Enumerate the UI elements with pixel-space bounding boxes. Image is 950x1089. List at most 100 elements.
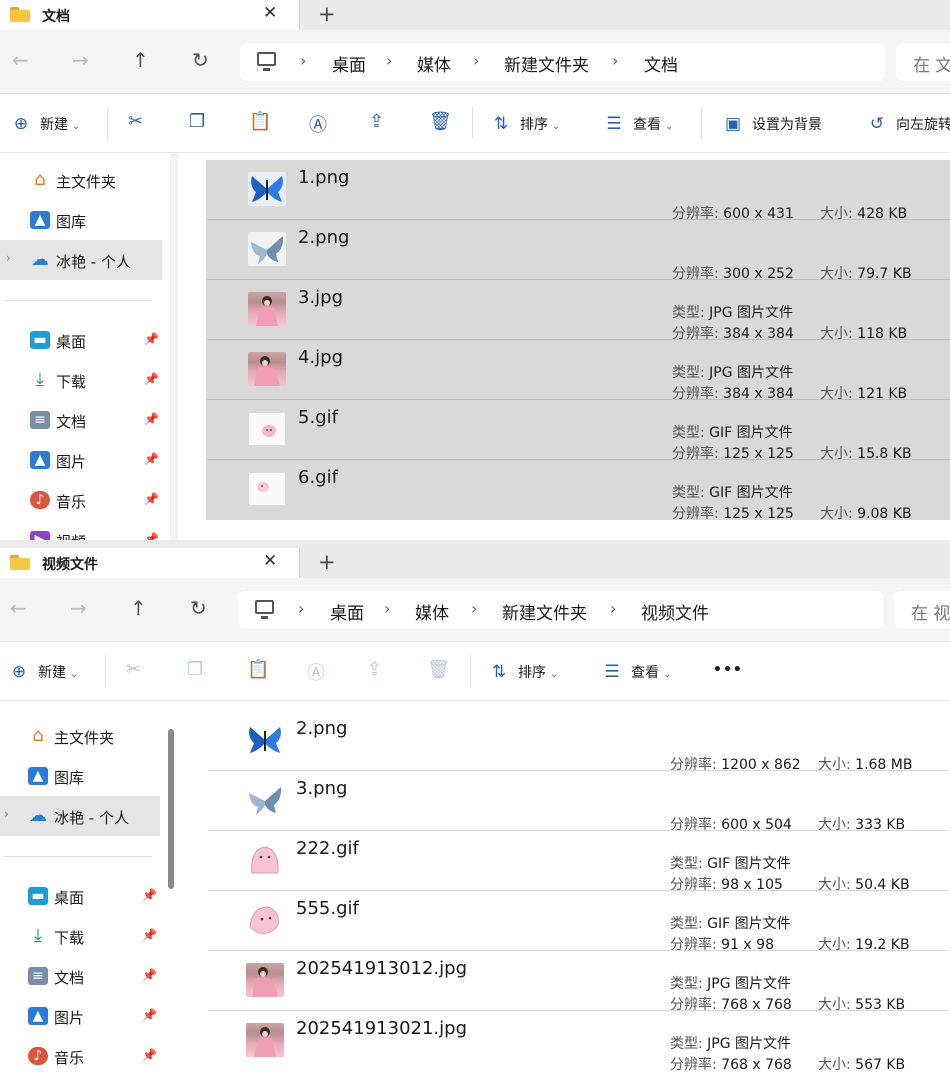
up-arrow-icon[interactable]: ↑ bbox=[130, 596, 147, 620]
breadcrumb-new-folder[interactable]: 新建文件夹 bbox=[502, 599, 587, 624]
forward-arrow-icon[interactable]: → bbox=[70, 596, 87, 620]
sidebar-item-videos[interactable]: ▶ 视频 📌 bbox=[0, 520, 162, 540]
file-row[interactable]: 555.gif 类型: GIF 图片文件 分辨率: 91 x 98 大小: 19… bbox=[208, 891, 948, 953]
sidebar-item-downloads[interactable]: ⤓ 下载 📌 bbox=[0, 360, 162, 400]
file-row[interactable]: 5.gif 类型: GIF 图片文件 分辨率: 125 x 125 大小: 15… bbox=[206, 400, 950, 462]
divider bbox=[107, 107, 108, 139]
sidebar-item-onedrive[interactable]: › ☁ 冰艳 - 个人 bbox=[0, 240, 162, 280]
file-row[interactable]: 6.gif 类型: GIF 图片文件 分辨率: 125 x 125 大小: 9.… bbox=[206, 460, 950, 522]
file-row[interactable]: 1.png 分辨率: 600 x 431 大小: 428 KB bbox=[206, 160, 950, 222]
close-tab-icon[interactable]: ✕ bbox=[263, 551, 277, 571]
rename-icon[interactable]: Ⓐ bbox=[309, 111, 327, 137]
file-row[interactable]: 3.jpg 类型: JPG 图片文件 分辨率: 384 x 384 大小: 11… bbox=[206, 280, 950, 342]
delete-icon[interactable]: 🗑 bbox=[429, 111, 452, 132]
search-input[interactable]: 在 视频文件 中搜索 bbox=[894, 591, 950, 629]
forward-arrow-icon[interactable]: → bbox=[72, 48, 89, 72]
type-text: 类型: GIF 图片文件 bbox=[672, 425, 793, 441]
more-options-button[interactable]: ••• bbox=[713, 662, 743, 678]
sidebar-item-documents[interactable]: ≡ 文档 📌 bbox=[0, 956, 160, 996]
set-background-button[interactable]: ▣ 设置为背景 bbox=[722, 114, 822, 134]
file-row[interactable]: 202541913012.jpg 类型: JPG 图片文件 分辨率: 768 x… bbox=[208, 951, 948, 1013]
sidebar-item-onedrive[interactable]: › ☁ 冰艳 - 个人 bbox=[0, 796, 160, 836]
address-bar[interactable]: › 桌面 › 媒体 › 新建文件夹 › 视频文件 bbox=[238, 591, 883, 629]
content-scrollbar-track[interactable] bbox=[170, 153, 178, 540]
refresh-icon[interactable]: ↻ bbox=[190, 596, 207, 620]
file-row[interactable]: 2.png 分辨率: 1200 x 862 大小: 1.68 MB bbox=[208, 711, 948, 773]
new-tab-button[interactable]: + bbox=[318, 2, 336, 26]
file-name: 2.png bbox=[296, 718, 348, 739]
file-row[interactable]: 222.gif 类型: GIF 图片文件 分辨率: 98 x 105 大小: 5… bbox=[208, 831, 948, 893]
view-button[interactable]: ☰ 查看 ⌄ bbox=[603, 114, 673, 134]
pin-icon[interactable]: 📌 bbox=[142, 1048, 157, 1062]
sort-button[interactable]: ⇅ 排序 ⌄ bbox=[490, 114, 561, 134]
chevron-right-icon: › bbox=[384, 599, 391, 618]
sidebar-item-label: 冰艳 - 个人 bbox=[54, 809, 129, 827]
cut-icon[interactable]: ✂ bbox=[128, 111, 143, 132]
breadcrumb-videos[interactable]: 视频文件 bbox=[641, 599, 709, 624]
sidebar-item-desktop[interactable]: ▬ 桌面 📌 bbox=[0, 876, 160, 916]
sidebar-item-documents[interactable]: ≡ 文档 📌 bbox=[0, 400, 162, 440]
new-button[interactable]: ⊕ 新建 ⌄ bbox=[8, 662, 79, 682]
breadcrumb-media[interactable]: 媒体 bbox=[415, 599, 449, 624]
sidebar-item-gallery[interactable]: ▲ 图库 bbox=[0, 200, 162, 240]
close-tab-icon[interactable]: ✕ bbox=[263, 3, 277, 23]
view-button[interactable]: ☰ 查看 ⌄ bbox=[601, 662, 671, 682]
sidebar-item-pictures[interactable]: ▲ 图片 📌 bbox=[0, 440, 162, 480]
pin-icon[interactable]: 📌 bbox=[142, 928, 157, 942]
breadcrumb-media[interactable]: 媒体 bbox=[417, 51, 451, 76]
sidebar-item-desktop[interactable]: ▬ 桌面 📌 bbox=[0, 320, 162, 360]
tab-videos[interactable]: 视频文件 ✕ bbox=[0, 548, 300, 578]
up-arrow-icon[interactable]: ↑ bbox=[132, 48, 149, 72]
cut-icon[interactable]: ✂ bbox=[126, 659, 141, 680]
sidebar-scrollbar[interactable] bbox=[168, 729, 174, 889]
back-arrow-icon[interactable]: ← bbox=[12, 48, 29, 72]
gallery-icon: ▲ bbox=[30, 211, 50, 229]
sidebar-item-music[interactable]: ♪ 音乐 📌 bbox=[0, 480, 162, 520]
paste-icon[interactable]: 📋 bbox=[247, 659, 269, 680]
pin-icon[interactable]: 📌 bbox=[144, 412, 159, 426]
pin-icon[interactable]: 📌 bbox=[142, 968, 157, 982]
sidebar-item-home[interactable]: ⌂ 主文件夹 bbox=[0, 716, 160, 756]
breadcrumb-documents[interactable]: 文档 bbox=[644, 51, 678, 76]
paste-icon[interactable]: 📋 bbox=[249, 111, 271, 132]
file-row[interactable]: 202541913021.jpg 类型: JPG 图片文件 分辨率: 768 x… bbox=[208, 1011, 948, 1073]
tab-documents[interactable]: 文档 ✕ bbox=[0, 0, 300, 30]
search-input[interactable]: 在 文档 中搜索 bbox=[896, 43, 950, 81]
pin-icon[interactable]: 📌 bbox=[144, 452, 159, 466]
file-row[interactable]: 4.jpg 类型: JPG 图片文件 分辨率: 384 x 384 大小: 12… bbox=[206, 340, 950, 402]
sidebar-item-label: 下载 bbox=[56, 373, 87, 391]
new-button[interactable]: ⊕ 新建 ⌄ bbox=[10, 114, 81, 134]
refresh-icon[interactable]: ↻ bbox=[192, 48, 209, 72]
chevron-right-icon: › bbox=[471, 599, 478, 618]
sidebar-item-label: 图库 bbox=[56, 213, 87, 231]
breadcrumb-new-folder[interactable]: 新建文件夹 bbox=[504, 51, 589, 76]
pin-icon[interactable]: 📌 bbox=[142, 888, 157, 902]
share-icon[interactable]: ⇪ bbox=[369, 111, 384, 132]
sidebar-item-music[interactable]: ♪ 音乐 📌 bbox=[0, 1036, 160, 1076]
cloud-icon: ☁ bbox=[31, 249, 49, 270]
pin-icon[interactable]: 📌 bbox=[144, 492, 159, 506]
breadcrumb-desktop[interactable]: 桌面 bbox=[332, 51, 366, 76]
address-bar[interactable]: › 桌面 › 媒体 › 新建文件夹 › 文档 bbox=[240, 43, 885, 81]
share-icon[interactable]: ⇪ bbox=[367, 659, 382, 680]
sidebar-item-pictures[interactable]: ▲ 图片 📌 bbox=[0, 996, 160, 1036]
rename-icon[interactable]: Ⓐ bbox=[307, 659, 325, 685]
sidebar-item-home[interactable]: ⌂ 主文件夹 bbox=[0, 160, 162, 200]
sort-button[interactable]: ⇅ 排序 ⌄ bbox=[488, 662, 559, 682]
copy-icon[interactable]: ❐ bbox=[187, 659, 203, 680]
back-arrow-icon[interactable]: ← bbox=[10, 596, 27, 620]
pin-icon[interactable]: 📌 bbox=[144, 332, 159, 346]
breadcrumb-desktop[interactable]: 桌面 bbox=[330, 599, 364, 624]
sidebar-item-downloads[interactable]: ⤓ 下载 📌 bbox=[0, 916, 160, 956]
pin-icon[interactable]: 📌 bbox=[144, 532, 159, 540]
pin-icon[interactable]: 📌 bbox=[144, 372, 159, 386]
new-tab-button[interactable]: + bbox=[318, 550, 336, 574]
sidebar-item-gallery[interactable]: ▲ 图库 bbox=[0, 756, 160, 796]
file-row[interactable]: 3.png 分辨率: 600 x 504 大小: 333 KB bbox=[208, 771, 948, 833]
pin-icon[interactable]: 📌 bbox=[142, 1008, 157, 1022]
copy-icon[interactable]: ❐ bbox=[189, 111, 205, 132]
delete-icon[interactable]: 🗑 bbox=[427, 659, 450, 680]
rotate-left-button[interactable]: ↺ 向左旋转 bbox=[866, 114, 950, 134]
file-row[interactable]: 2.png 分辨率: 300 x 252 大小: 79.7 KB bbox=[206, 220, 950, 282]
tab-bar: 视频文件 ✕ + bbox=[0, 548, 950, 578]
